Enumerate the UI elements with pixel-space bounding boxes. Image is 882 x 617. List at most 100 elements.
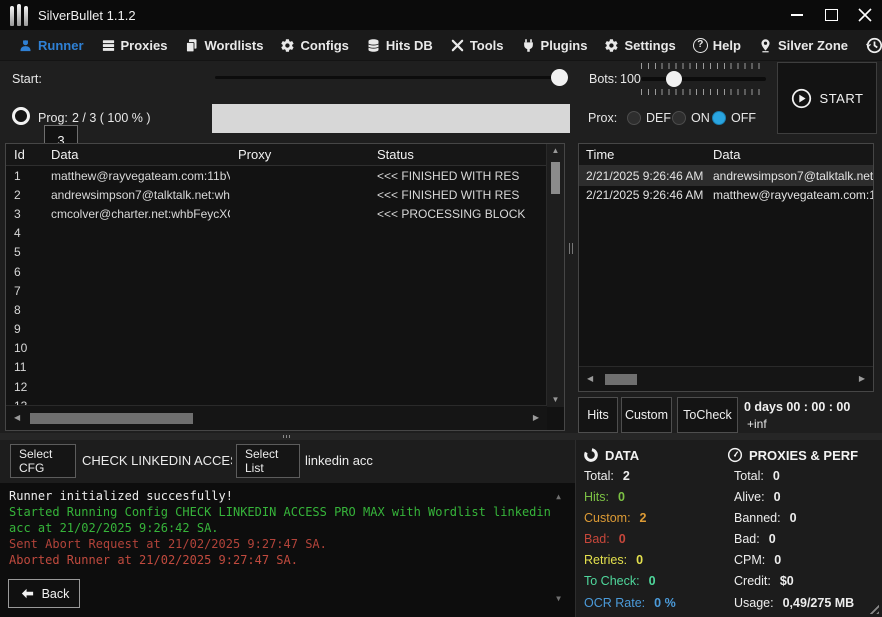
horizontal-splitter[interactable] xyxy=(0,433,882,440)
stat-value: 0 xyxy=(769,532,776,546)
donut-chart-icon xyxy=(583,447,599,463)
scroll-up-icon[interactable]: ▲ xyxy=(552,144,560,158)
close-icon xyxy=(858,8,872,22)
stat-value: 0 xyxy=(773,469,780,483)
history-button[interactable] xyxy=(865,36,882,55)
table-row[interactable]: 2andrewsimpson7@talktalk.net:whbF<<< FIN… xyxy=(6,185,547,204)
cell-data: andrewsimpson7@talktalk.net xyxy=(706,169,873,183)
scrollbar-thumb[interactable] xyxy=(605,374,637,385)
menu-item-configs[interactable]: Configs xyxy=(280,38,348,53)
menu-item-label: Help xyxy=(713,38,741,53)
vertical-scrollbar[interactable]: ▲ ▼ xyxy=(546,144,564,407)
button-label: Select CFG xyxy=(19,447,67,475)
back-button[interactable]: Back xyxy=(8,579,80,608)
vertical-splitter[interactable] xyxy=(565,143,577,431)
horizontal-scrollbar[interactable]: ◀ ▶ xyxy=(6,405,547,430)
scroll-right-icon[interactable]: ▶ xyxy=(533,411,539,425)
col-header-time: Time xyxy=(579,147,706,162)
stat-row: Hits:0 xyxy=(584,490,625,504)
menu-item-proxies[interactable]: Proxies xyxy=(101,38,168,53)
resize-grip[interactable] xyxy=(866,601,879,614)
select-list-button[interactable]: Select List xyxy=(236,444,300,478)
tab-hits[interactable]: Hits xyxy=(578,397,618,433)
table-row[interactable]: 10 xyxy=(6,339,547,358)
close-button[interactable] xyxy=(848,0,882,30)
table-row[interactable]: 9 xyxy=(6,320,547,339)
table-row[interactable]: 12 xyxy=(6,377,547,396)
menu-item-runner[interactable]: Runner xyxy=(18,38,84,53)
stat-label: Credit: xyxy=(734,574,771,588)
table-row[interactable]: 2/21/2025 9:26:46 AM matthew@rayvegateam… xyxy=(579,186,873,206)
start-button[interactable]: START xyxy=(777,62,877,134)
table-row[interactable]: 8 xyxy=(6,300,547,319)
tab-label: ToCheck xyxy=(683,408,732,422)
stat-value: 0 xyxy=(619,532,626,546)
history-icon xyxy=(865,36,882,55)
stat-label: Total: xyxy=(734,469,764,483)
stat-label: Usage: xyxy=(734,596,774,610)
table-row[interactable]: 2/21/2025 9:26:46 AM andrewsimpson7@talk… xyxy=(579,166,873,186)
table-row[interactable]: 4 xyxy=(6,224,547,243)
menu-bar: Runner Proxies Wordlists Configs Hits DB… xyxy=(0,30,882,61)
cell-id: 11 xyxy=(6,360,43,374)
start-slider[interactable] xyxy=(215,76,568,79)
menu-item-settings[interactable]: Settings xyxy=(604,38,675,53)
proxy-def-label: DEF xyxy=(646,111,671,125)
table-row[interactable]: 11 xyxy=(6,358,547,377)
table-row[interactable]: 5 xyxy=(6,243,547,262)
cell-id: 8 xyxy=(6,303,43,317)
table-row[interactable]: 6 xyxy=(6,262,547,281)
menu-item-label: Runner xyxy=(38,38,84,53)
scrollbar-thumb[interactable] xyxy=(30,413,193,424)
hits-table-header: Time Data xyxy=(579,144,873,166)
cell-id: 6 xyxy=(6,265,43,279)
select-config-button[interactable]: Select CFG xyxy=(10,444,76,478)
table-row[interactable]: 7 xyxy=(6,281,547,300)
col-header-status: Status xyxy=(369,147,564,162)
stat-row: Banned:0 xyxy=(734,511,797,525)
back-arrow-icon xyxy=(19,586,36,601)
col-header-id: Id xyxy=(6,147,43,162)
minimize-button[interactable] xyxy=(780,0,814,30)
scroll-down-icon[interactable]: ▼ xyxy=(552,393,560,407)
scroll-right-icon[interactable]: ▶ xyxy=(859,372,865,386)
config-bar: Select CFG CHECK LINKEDIN ACCESS PRO MAX… xyxy=(0,440,575,483)
tab-tocheck[interactable]: ToCheck xyxy=(677,397,738,433)
cell-time: 2/21/2025 9:26:46 AM xyxy=(579,188,706,202)
results-table-body: 1matthew@rayvegateam.com:11bVb<<< FINISH… xyxy=(6,166,547,407)
scrollbar-thumb[interactable] xyxy=(551,162,560,194)
proxy-def-radio[interactable] xyxy=(627,111,641,125)
proxy-on-radio[interactable] xyxy=(672,111,686,125)
maximize-button[interactable] xyxy=(814,0,848,30)
menu-item-label: Hits DB xyxy=(386,38,433,53)
scroll-up-icon[interactable]: ▲ xyxy=(556,489,561,505)
scroll-down-icon[interactable]: ▼ xyxy=(556,591,561,607)
stat-row: Custom:2 xyxy=(584,511,647,525)
menu-item-tools[interactable]: Tools xyxy=(450,38,504,53)
bots-label: Bots: xyxy=(589,72,618,86)
progress-ring-icon xyxy=(12,107,30,125)
stat-row: Credit:$0 xyxy=(734,574,794,588)
menu-item-silver-zone[interactable]: Silver Zone xyxy=(758,38,848,53)
tab-custom[interactable]: Custom xyxy=(621,397,672,433)
selected-wordlist-name: linkedin acc xyxy=(305,453,373,468)
menu-item-plugins[interactable]: Plugins xyxy=(521,38,588,53)
table-row[interactable]: 3cmcolver@charter.net:whbFeycXG<<< PROCE… xyxy=(6,204,547,223)
log-line: Started Running Config CHECK LINKEDIN AC… xyxy=(9,504,575,520)
menu-item-wordlists[interactable]: Wordlists xyxy=(184,38,263,53)
help-icon: ? xyxy=(693,38,708,53)
menu-item-help[interactable]: ? Help xyxy=(693,38,741,53)
bots-slider[interactable] xyxy=(641,77,766,81)
menu-item-hits-db[interactable]: Hits DB xyxy=(366,38,433,53)
bots-slider-ticks-bottom xyxy=(641,89,765,95)
proxy-off-radio[interactable] xyxy=(712,111,726,125)
bots-slider-thumb[interactable] xyxy=(666,71,682,87)
start-slider-thumb[interactable] xyxy=(551,69,568,86)
horizontal-scrollbar[interactable]: ◀ ▶ xyxy=(579,366,873,391)
scroll-left-icon[interactable]: ◀ xyxy=(587,372,593,386)
log-line: Sent Abort Request at 21/02/2025 9:27:47… xyxy=(9,536,575,552)
table-row[interactable]: 1matthew@rayvegateam.com:11bVb<<< FINISH… xyxy=(6,166,547,185)
col-header-proxy: Proxy xyxy=(230,147,369,162)
cell-id: 5 xyxy=(6,245,43,259)
scroll-left-icon[interactable]: ◀ xyxy=(14,411,20,425)
